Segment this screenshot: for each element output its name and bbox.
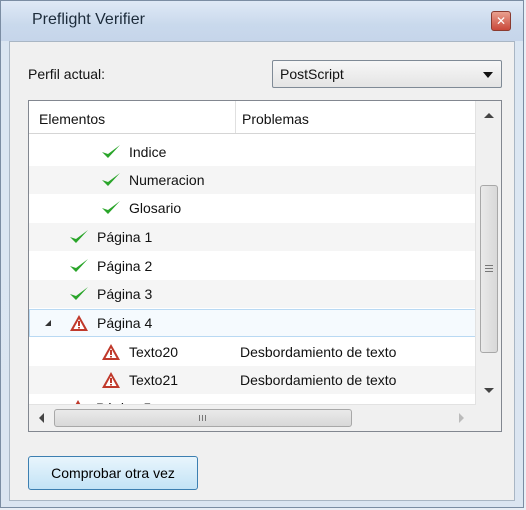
grip-line [485,268,493,269]
row-label: Texto21 [129,372,179,388]
tree-row[interactable]: Indice [29,138,476,166]
grip-line [202,415,203,421]
horizontal-scrollbar[interactable] [29,404,476,431]
profile-select[interactable]: PostScript [272,60,502,88]
title-bar: Preflight Verifier ✕ [1,1,523,41]
row-label: Glosario [129,200,182,216]
tree-row[interactable]: Numeracion [29,166,476,194]
tree-row[interactable]: Página 3 [29,280,476,308]
check-icon [70,259,88,272]
profile-selected-value: PostScript [280,66,344,82]
scroll-left-arrow-icon[interactable] [39,413,44,423]
close-button[interactable]: ✕ [491,11,511,31]
tree-row[interactable]: Página 1 [29,223,476,251]
grip-line [485,271,493,272]
grip-line [205,415,206,421]
warning-icon [70,315,88,331]
tree-row[interactable]: Glosario [29,194,476,222]
check-icon [70,230,88,243]
check-icon [102,201,120,214]
elements-tree[interactable]: Elementos Problemas Indice Numeracion Gl… [28,100,502,432]
row-label: Página 3 [97,286,153,302]
row-label: Página 1 [97,229,153,245]
row-problem: Desbordamiento de texto [240,344,397,360]
column-header-problems[interactable]: Problemas [242,111,309,127]
tree-row[interactable]: Texto20 Desbordamiento de texto [29,338,476,366]
row-problem: Desbordamiento de texto [240,372,397,388]
warning-icon [102,372,120,388]
row-label: Texto20 [129,344,179,360]
scroll-down-arrow-icon[interactable] [484,388,494,393]
profile-label: Perfil actual: [28,66,106,82]
check-icon [102,173,120,186]
row-label: Página 4 [97,315,153,331]
recheck-button[interactable]: Comprobar otra vez [28,456,198,490]
warning-icon [102,344,120,360]
scrollbar-corner [476,405,501,431]
row-label: Numeracion [129,172,205,188]
grip-line [485,265,493,266]
horizontal-scroll-thumb[interactable] [54,409,352,427]
row-label: Indice [129,144,167,160]
check-icon [70,287,88,300]
grip-line [199,415,200,421]
window-title: Preflight Verifier [32,11,145,28]
tree-row[interactable]: Texto21 Desbordamiento de texto [29,366,476,394]
chevron-down-icon [483,72,493,78]
tree-row-selected[interactable]: Página 4 [29,309,476,337]
column-header-elements[interactable]: Elementos [39,111,105,127]
vertical-scrollbar[interactable] [475,101,501,405]
vertical-scroll-thumb[interactable] [480,185,498,353]
scroll-right-arrow-icon[interactable] [459,413,464,423]
tree-header: Elementos Problemas [29,101,476,134]
scroll-up-arrow-icon[interactable] [484,113,494,118]
row-label: Página 2 [97,258,153,274]
tree-row[interactable]: Página 2 [29,252,476,280]
expand-triangle-icon[interactable] [45,320,51,326]
check-icon [102,145,120,158]
column-separator[interactable] [235,101,236,133]
